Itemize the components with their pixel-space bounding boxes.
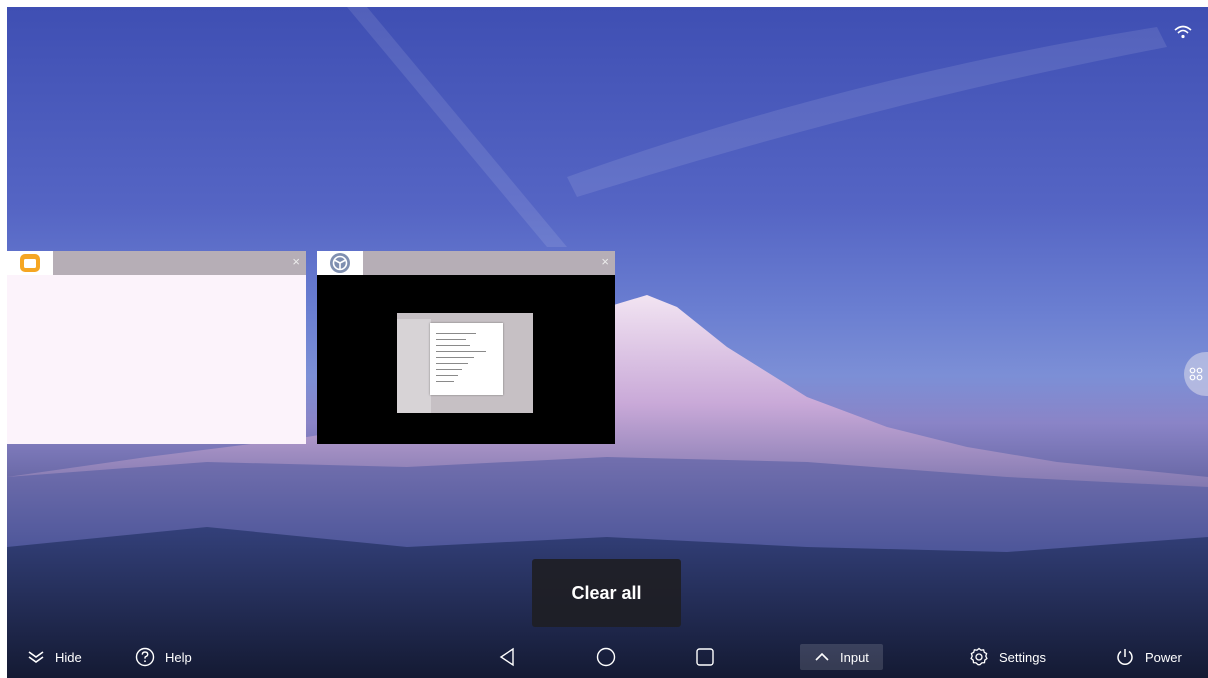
recents-button[interactable] [695, 636, 715, 678]
task-titlebar: × [7, 251, 306, 275]
hide-button[interactable]: Hide [27, 636, 82, 678]
close-task-button[interactable]: × [292, 254, 300, 269]
double-chevron-down-icon [28, 651, 44, 663]
settings-label: Settings [999, 649, 1046, 665]
recent-task-app[interactable]: × [317, 251, 615, 444]
help-button[interactable]: Help [135, 636, 192, 678]
home-circle-icon [596, 647, 616, 667]
recents-square-icon [696, 648, 714, 666]
apps-grid-icon [1189, 367, 1203, 381]
steering-wheel-icon [317, 251, 363, 275]
recent-task-file-manager[interactable]: × [7, 251, 306, 444]
input-button[interactable]: Input [800, 644, 883, 670]
settings-button[interactable]: Settings [969, 636, 1046, 678]
close-task-button[interactable]: × [601, 254, 609, 269]
system-navbar: Hide Help Input Settings Power [7, 636, 1208, 678]
task-preview [317, 275, 615, 444]
gear-icon [970, 647, 988, 666]
preview-sidebar [397, 319, 431, 413]
back-triangle-icon [499, 647, 514, 667]
clear-all-button[interactable]: Clear all [532, 559, 681, 627]
hide-label: Hide [55, 649, 82, 665]
preview-dialog [430, 323, 503, 395]
back-button[interactable] [498, 636, 516, 678]
power-button[interactable]: Power [1115, 636, 1182, 678]
preview-window-thumbnail [397, 313, 533, 413]
task-preview [7, 275, 306, 444]
task-titlebar: × [317, 251, 615, 275]
power-icon [1117, 649, 1133, 665]
folder-icon [7, 251, 53, 275]
wifi-icon [1174, 25, 1192, 39]
power-label: Power [1145, 649, 1182, 665]
chevron-up-icon [815, 652, 829, 661]
home-button[interactable] [596, 636, 616, 678]
help-icon [135, 647, 155, 667]
screen: × × Clear all Hide Help Input Settings P… [7, 7, 1208, 678]
help-label: Help [165, 649, 192, 665]
input-label: Input [840, 649, 869, 665]
